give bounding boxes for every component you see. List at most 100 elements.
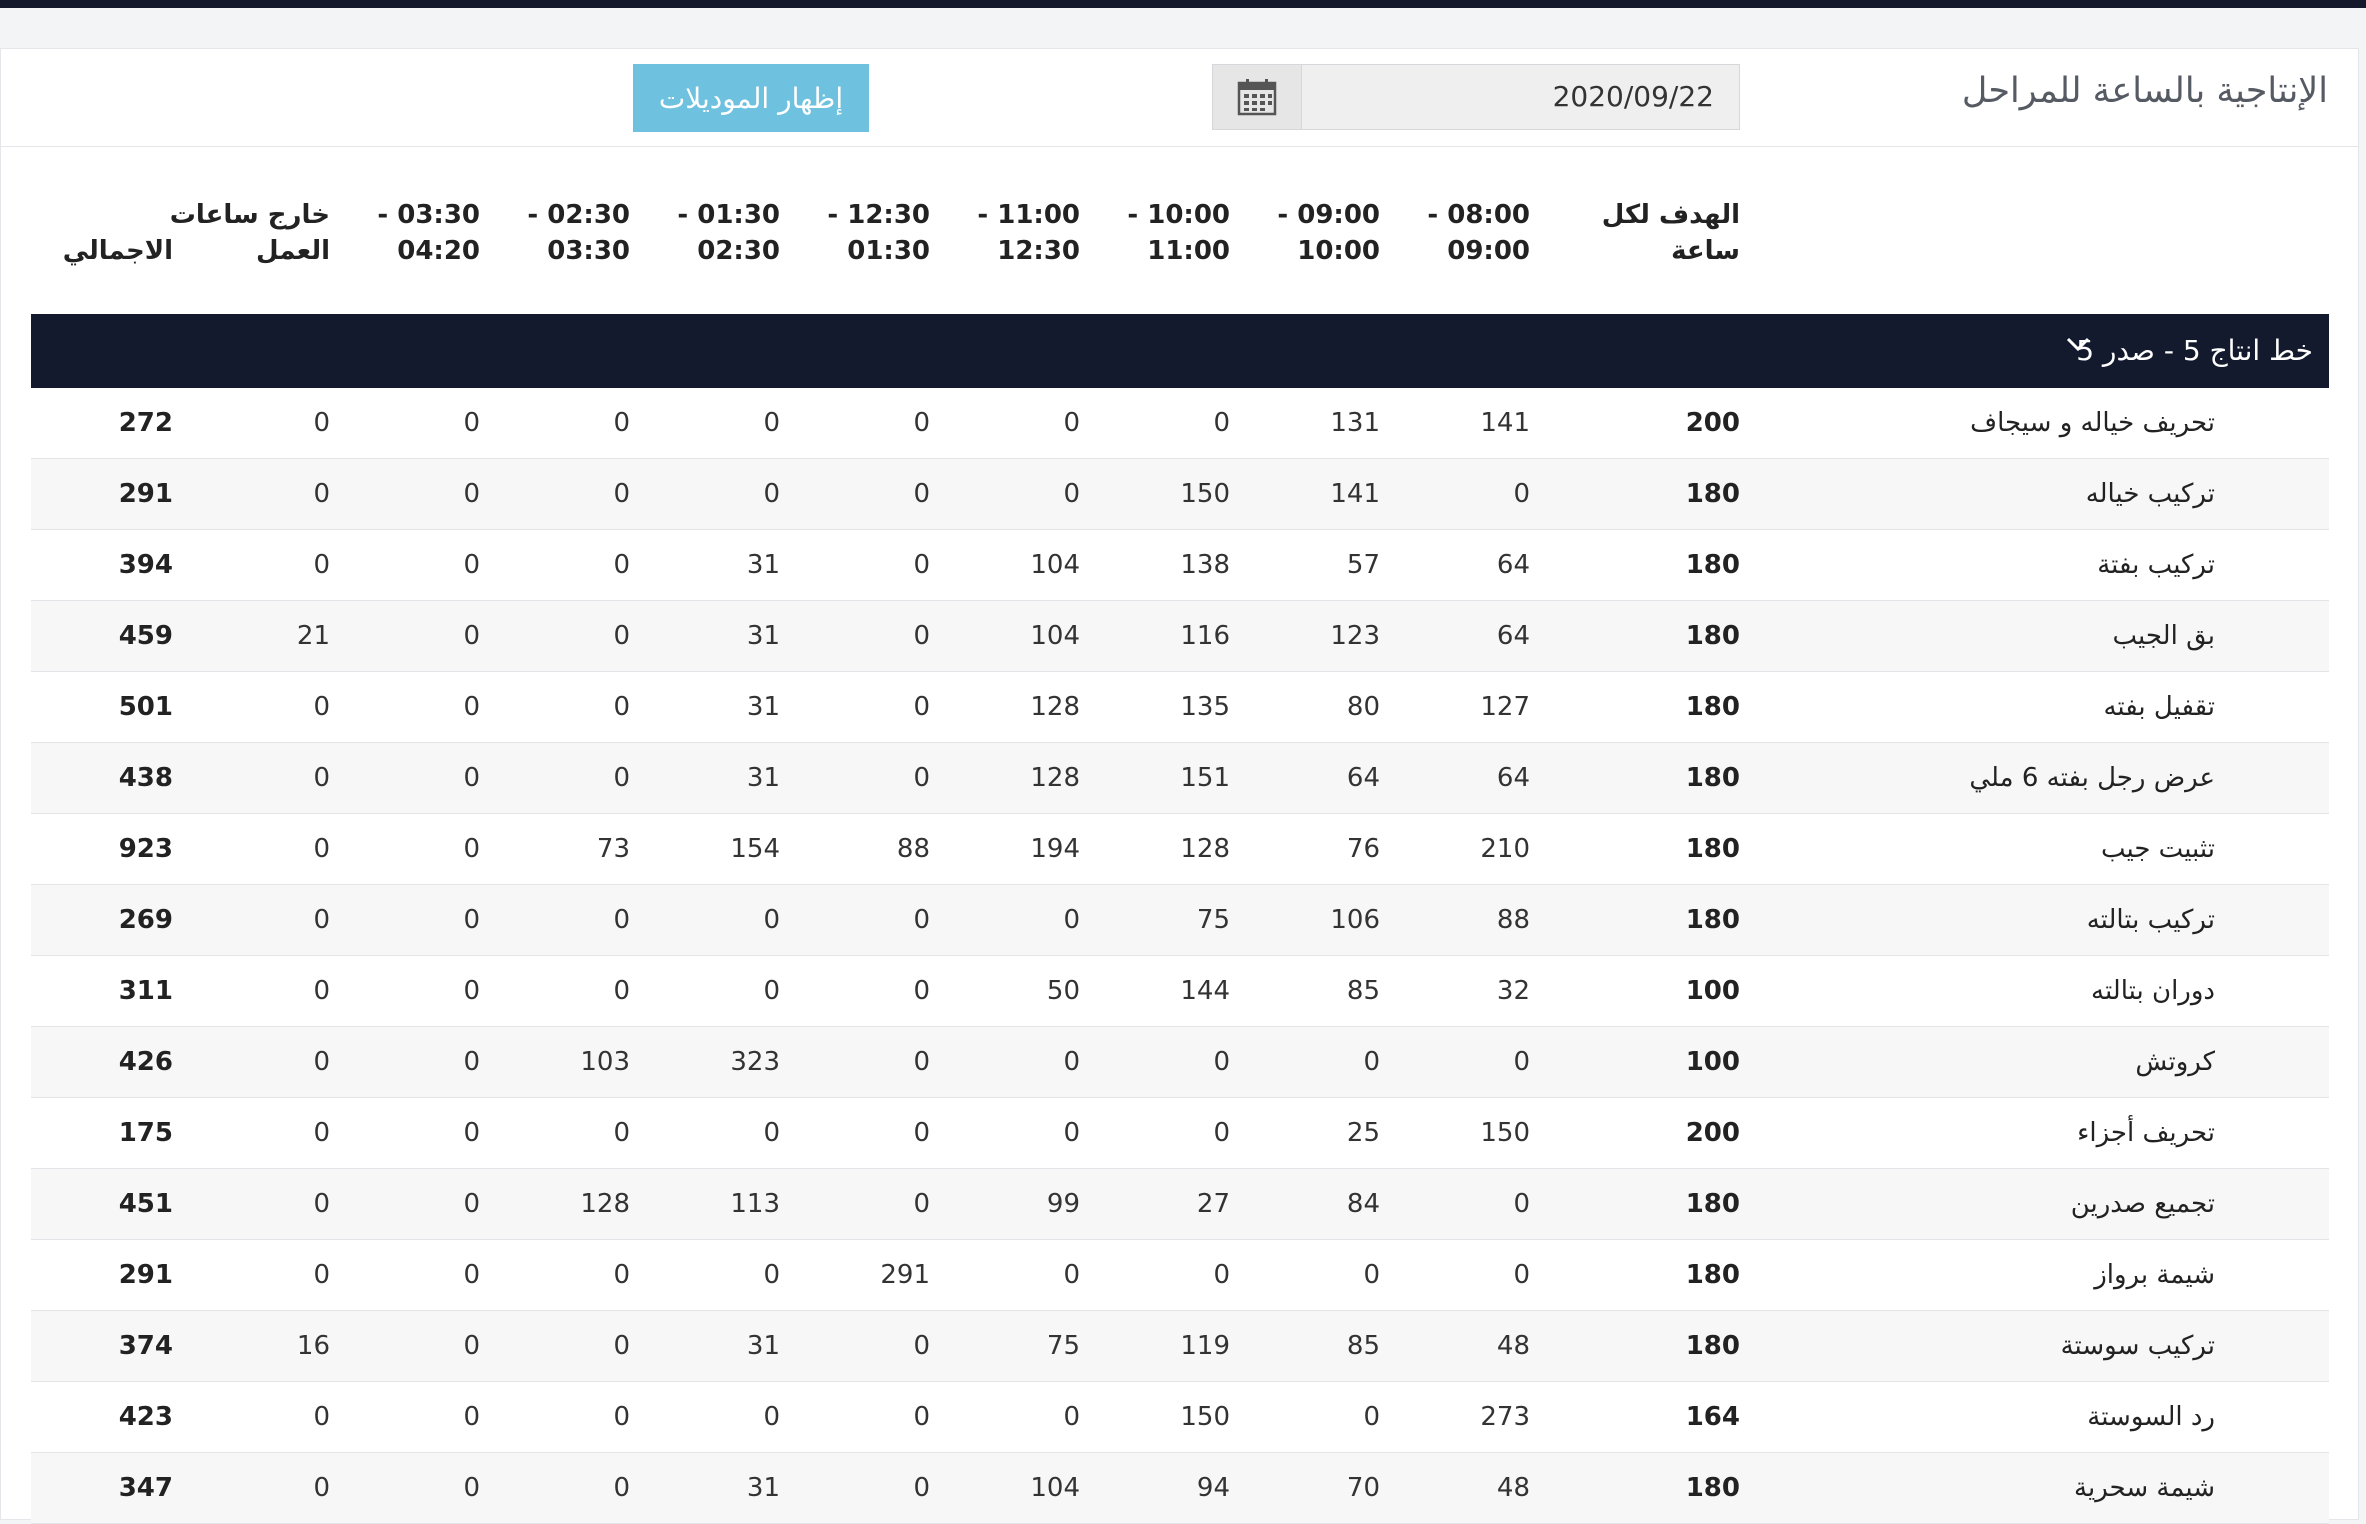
slot-cell: 0 xyxy=(763,976,780,1006)
overtime-cell: 0 xyxy=(313,1047,330,1077)
total-cell: 269 xyxy=(118,905,173,935)
slot-cell: 106 xyxy=(1330,905,1380,935)
slot-cell: 104 xyxy=(1030,621,1080,651)
slot-cell: 194 xyxy=(1030,834,1080,864)
stage-name: تحريف أجزاء xyxy=(2077,1118,2215,1148)
overtime-cell: 21 xyxy=(296,621,330,651)
slot-cell: 0 xyxy=(1213,1047,1230,1077)
slot-cell: 150 xyxy=(1180,479,1230,509)
stage-name: عرض رجل بفته 6 ملي xyxy=(1969,763,2215,793)
slot-cell: 0 xyxy=(913,408,930,438)
slot-cell: 0 xyxy=(1363,1260,1380,1290)
show-models-button[interactable]: إظهار الموديلات xyxy=(633,64,869,132)
slot-cell: 0 xyxy=(613,1118,630,1148)
slot-cell: 0 xyxy=(913,1473,930,1503)
slot-cell: 0 xyxy=(913,1118,930,1148)
total-cell: 291 xyxy=(118,479,173,509)
top-bar xyxy=(0,0,2366,8)
overtime-cell: 0 xyxy=(313,692,330,722)
table-row: رد السوستة 164 273 0 150 0 0 0 0 0 0 423 xyxy=(31,1382,2329,1453)
stage-name: دوران بتالته xyxy=(2091,976,2215,1006)
slot-cell: 0 xyxy=(1513,479,1530,509)
total-cell: 311 xyxy=(118,976,173,1006)
slot-cell: 57 xyxy=(1346,550,1380,580)
overtime-cell: 0 xyxy=(313,1260,330,1290)
slot-cell: 32 xyxy=(1496,976,1530,1006)
overtime-cell: 0 xyxy=(313,550,330,580)
slot-cell: 31 xyxy=(746,763,780,793)
slot-cell: 85 xyxy=(1346,976,1380,1006)
slot-cell: 0 xyxy=(1213,1118,1230,1148)
table-row: عرض رجل بفته 6 ملي 180 64 64 151 128 0 31 0 0 0 438 xyxy=(31,743,2329,814)
slot-cell: 0 xyxy=(613,550,630,580)
slot-cell: 0 xyxy=(913,550,930,580)
target-cell: 100 xyxy=(1685,1047,1740,1077)
target-cell: 180 xyxy=(1685,621,1740,651)
slot-cell: 128 xyxy=(1030,763,1080,793)
date-picker[interactable]: 2020/09/22 xyxy=(1212,64,1740,130)
slot-cell: 113 xyxy=(730,1189,780,1219)
slot-cell: 0 xyxy=(463,976,480,1006)
slot-cell: 0 xyxy=(913,763,930,793)
stage-name: تركيب بتالته xyxy=(2086,905,2215,935)
slot-cell: 0 xyxy=(463,834,480,864)
slot-cell: 131 xyxy=(1330,408,1380,438)
slot-cell: 64 xyxy=(1496,621,1530,651)
stage-name: كروتش xyxy=(2135,1047,2215,1077)
total-cell: 451 xyxy=(118,1189,173,1219)
table-row: تثبيت جيب 180 210 76 128 194 88 154 73 0 0 923 xyxy=(31,814,2329,885)
slot-cell: 0 xyxy=(913,621,930,651)
slot-cell: 0 xyxy=(463,1402,480,1432)
stage-name: رد السوستة xyxy=(2087,1402,2215,1432)
target-cell: 180 xyxy=(1685,1473,1740,1503)
column-header-slot-6: 01:30 -02:30 xyxy=(677,200,780,266)
total-cell: 923 xyxy=(118,834,173,864)
slot-cell: 0 xyxy=(763,905,780,935)
production-line-label: خط انتاج 5 - صدر 5 xyxy=(2076,334,2313,367)
slot-cell: 0 xyxy=(1063,1402,1080,1432)
slot-cell: 0 xyxy=(913,1189,930,1219)
slot-cell: 150 xyxy=(1480,1118,1530,1148)
slot-cell: 31 xyxy=(746,1473,780,1503)
stage-name: تحريف خياله و سيجاف xyxy=(1970,408,2215,438)
column-header-overtime: خارج ساعات العمل xyxy=(169,200,330,266)
target-cell: 180 xyxy=(1685,479,1740,509)
panel-header: الإنتاجية بالساعة للمراحل 2020/09/22 إظه… xyxy=(1,49,2358,147)
target-cell: 180 xyxy=(1685,1331,1740,1361)
slot-cell: 25 xyxy=(1346,1118,1380,1148)
overtime-cell: 0 xyxy=(313,1402,330,1432)
slot-cell: 104 xyxy=(1030,550,1080,580)
stage-name: بق الجيب xyxy=(2112,621,2216,651)
table-row: دوران بتالته 100 32 85 144 50 0 0 0 0 0 311 xyxy=(31,956,2329,1027)
production-line-group-header[interactable]: خط انتاج 5 - صدر 5 xyxy=(31,314,2329,388)
calendar-icon[interactable] xyxy=(1213,65,1302,129)
overtime-cell: 0 xyxy=(313,976,330,1006)
slot-cell: 64 xyxy=(1496,763,1530,793)
overtime-cell: 0 xyxy=(313,408,330,438)
stage-name: تركيب خياله xyxy=(2085,479,2215,509)
column-header-slot-3: 10:00 -11:00 xyxy=(1127,200,1230,266)
slot-cell: 0 xyxy=(463,1189,480,1219)
overtime-cell: 0 xyxy=(313,1189,330,1219)
slot-cell: 0 xyxy=(463,905,480,935)
slot-cell: 31 xyxy=(746,621,780,651)
slot-cell: 135 xyxy=(1180,692,1230,722)
table-row: تركيب خياله 180 0 141 150 0 0 0 0 0 0 291 xyxy=(31,459,2329,530)
slot-cell: 75 xyxy=(1196,905,1230,935)
target-cell: 200 xyxy=(1685,1118,1740,1148)
slot-cell: 0 xyxy=(463,408,480,438)
slot-cell: 210 xyxy=(1480,834,1530,864)
slot-cell: 70 xyxy=(1346,1473,1380,1503)
slot-cell: 104 xyxy=(1030,1473,1080,1503)
slot-cell: 0 xyxy=(1513,1047,1530,1077)
slot-cell: 50 xyxy=(1046,976,1080,1006)
stage-name: تجميع صدرين xyxy=(2070,1189,2215,1219)
slot-cell: 0 xyxy=(1063,1118,1080,1148)
overtime-cell: 0 xyxy=(313,763,330,793)
target-cell: 180 xyxy=(1685,905,1740,935)
table-row: بق الجيب 180 64 123 116 104 0 31 0 0 21 459 xyxy=(31,601,2329,672)
slot-cell: 0 xyxy=(613,1473,630,1503)
slot-cell: 0 xyxy=(1213,1260,1230,1290)
slot-cell: 0 xyxy=(613,905,630,935)
table-row: تركيب سوستة 180 48 85 119 75 0 31 0 0 16 374 xyxy=(31,1311,2329,1382)
